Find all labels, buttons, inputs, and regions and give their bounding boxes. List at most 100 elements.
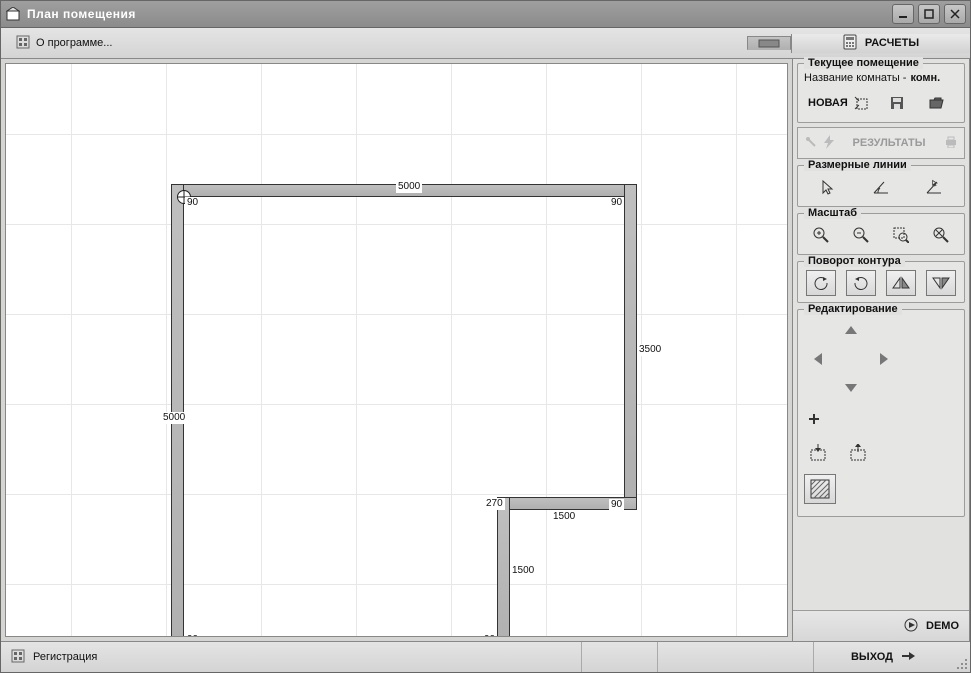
resize-grip[interactable] [952, 642, 970, 672]
demo-label: DEMO [926, 620, 959, 632]
maximize-button[interactable] [918, 4, 940, 24]
rotate-cw-button[interactable] [846, 270, 876, 296]
close-button[interactable] [944, 4, 966, 24]
save-room-button[interactable] [882, 90, 912, 116]
zoom-selection-button[interactable] [886, 222, 916, 248]
add-node-button[interactable] [804, 406, 824, 432]
wall-left[interactable] [171, 184, 184, 637]
dim-angle-button[interactable] [866, 174, 896, 200]
angle-bot-left: 90 [185, 634, 200, 637]
insert-segment-button[interactable] [804, 440, 834, 466]
status-segment-2 [658, 642, 814, 672]
angle-top-right: 90 [609, 197, 624, 209]
floor-plan[interactable]: 5000 90 90 3500 90 1500 270 1500 90 3500… [171, 184, 637, 637]
wall-notch-right[interactable] [497, 497, 510, 637]
dim-top: 5000 [396, 181, 422, 193]
wall-right-upper[interactable] [624, 184, 637, 510]
zoom-out-button[interactable] [846, 222, 876, 248]
dim-left: 5000 [161, 412, 187, 424]
flip-horizontal-button[interactable] [886, 270, 916, 296]
nudge-left-button[interactable] [804, 346, 834, 372]
zoom-out-icon [853, 227, 869, 243]
print-icon [944, 136, 958, 151]
pin-icon [804, 135, 816, 152]
panel-edit-legend: Редактирование [804, 303, 902, 315]
results-toolbar: РЕЗУЛЬТАТЫ [797, 127, 965, 159]
dim-notch-v: 1500 [510, 565, 536, 577]
panel-dimension-lines: Размерные линии [797, 165, 965, 207]
remove-segment-button[interactable] [844, 440, 874, 466]
nudge-down-button[interactable] [836, 374, 866, 400]
rotate-ccw-button[interactable] [806, 270, 836, 296]
results-label: РЕЗУЛЬТАТЫ [853, 137, 926, 149]
arrow-right-icon [877, 352, 889, 366]
room-name-value: комн. [910, 72, 940, 84]
lightning-icon [824, 135, 834, 152]
right-sidebar: Текущее помещение Название комнаты - ком… [792, 59, 970, 641]
zoom-in-icon [813, 227, 829, 243]
demo-button[interactable]: DEMO [793, 610, 969, 641]
new-room-button[interactable]: НОВАЯ [804, 96, 872, 110]
plus-icon [808, 413, 820, 425]
exit-label: ВЫХОД [851, 651, 893, 663]
exit-button[interactable]: ВЫХОД [814, 642, 952, 672]
main-body: 5000 90 90 3500 90 1500 270 1500 90 3500… [1, 59, 970, 642]
view-tab-plan[interactable] [747, 36, 791, 50]
plan-canvas[interactable]: 5000 90 90 3500 90 1500 270 1500 90 3500… [5, 63, 788, 637]
flip-vertical-button[interactable] [926, 270, 956, 296]
nudge-right-button[interactable] [868, 346, 898, 372]
angle-notch: 270 [484, 498, 505, 510]
zoom-fit-button[interactable] [926, 222, 956, 248]
angle-bot-right: 90 [482, 634, 497, 637]
new-room-label: НОВАЯ [808, 97, 848, 109]
exit-arrow-icon [901, 650, 915, 665]
panel-scale: Масштаб [797, 213, 965, 255]
calculate-label: РАСЧЕТЫ [865, 37, 919, 49]
titlebar: План помещения [1, 1, 970, 28]
app-window: План помещения О программе... [0, 0, 971, 673]
insert-segment-icon [809, 444, 829, 462]
arrow-left-icon [813, 352, 825, 366]
floppy-icon [890, 96, 904, 110]
app-icon [5, 6, 21, 22]
window-title: План помещения [27, 7, 136, 21]
panel-dim-legend: Размерные линии [804, 159, 911, 171]
arrow-down-icon [844, 381, 858, 393]
bottom-toolbar: Регистрация ВЫХОД [1, 642, 970, 672]
zoom-fit-icon [933, 227, 949, 243]
nudge-up-button[interactable] [836, 318, 866, 344]
about-icon [16, 35, 30, 52]
top-toolbar: О программе... РАСЧЕТЫ [1, 28, 970, 59]
open-room-button[interactable] [922, 90, 952, 116]
calculate-button[interactable]: РАСЧЕТЫ [791, 34, 970, 53]
register-button[interactable]: Регистрация [1, 642, 582, 672]
rotate-cw-icon [853, 275, 869, 291]
panel-edit: Редактирование [797, 309, 965, 517]
register-icon [11, 649, 25, 666]
register-label: Регистрация [33, 651, 97, 663]
about-button[interactable]: О программе... [7, 30, 121, 56]
hatch-button[interactable] [804, 474, 836, 504]
angle-top-left: 90 [185, 197, 200, 209]
zoom-in-button[interactable] [806, 222, 836, 248]
pointer-tool-button[interactable] [813, 174, 843, 200]
status-segment-1 [582, 642, 658, 672]
zoom-selection-icon [893, 227, 909, 243]
folder-open-icon [929, 97, 945, 109]
remove-segment-icon [849, 444, 869, 462]
flip-h-icon [892, 276, 910, 290]
dim-linear-button[interactable] [919, 174, 949, 200]
hatch-icon [810, 479, 830, 499]
dim-notch-h: 1500 [551, 511, 577, 523]
minimize-button[interactable] [892, 4, 914, 24]
panel-rotate-legend: Поворот контура [804, 255, 905, 267]
about-label: О программе... [36, 37, 112, 49]
window-controls [892, 4, 966, 24]
calculator-icon [843, 34, 857, 53]
nudge-pad [804, 318, 896, 398]
angle-mid-right: 90 [609, 499, 624, 511]
panel-rotate: Поворот контура [797, 261, 965, 303]
room-name-label: Название комнаты - [804, 72, 906, 84]
panel-scale-legend: Масштаб [804, 207, 861, 219]
cursor-icon [820, 179, 836, 195]
